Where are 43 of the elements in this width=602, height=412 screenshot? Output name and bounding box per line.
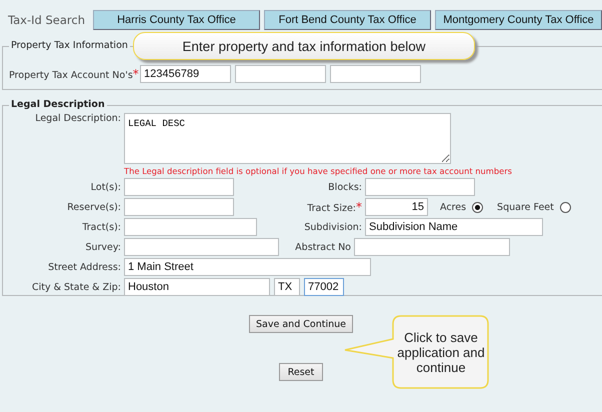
zip-field[interactable]: 77002 <box>304 278 344 296</box>
street-address-field[interactable]: 1 Main Street <box>124 258 371 276</box>
account-number-field[interactable]: 123456789 <box>140 65 231 83</box>
subdivision-field[interactable]: Subdivision Name <box>365 218 543 236</box>
tax-office-button[interactable]: Fort Bend County Tax Office <box>264 10 431 30</box>
save-and-continue-button[interactable]: Save and Continue <box>249 315 353 333</box>
field-label: Blocks: <box>327 182 363 192</box>
blocks-field[interactable] <box>365 178 475 196</box>
unit-radio[interactable] <box>560 202 571 212</box>
field-label: Legal Description: <box>34 113 122 124</box>
unit-label: Acres <box>440 202 466 212</box>
field-label: Tract Size:* <box>306 200 363 214</box>
field-label: City & State & Zip: <box>30 282 122 292</box>
field-label: Lot(s): <box>90 182 122 192</box>
field-label: Survey: <box>84 242 122 252</box>
survey-field[interactable] <box>124 238 279 256</box>
lots-field[interactable] <box>124 178 234 196</box>
field-label: Abstract No <box>294 242 352 252</box>
legal-description-field[interactable]: LEGAL DESC <box>124 113 451 164</box>
unit-radio[interactable] <box>472 202 484 212</box>
panel-legend: Legal Description <box>9 99 107 111</box>
validation-note: The Legal description field is optional if you have specified one or more tax account numbers <box>124 166 513 176</box>
field-label: Subdivision: <box>303 222 363 232</box>
tracts-field[interactable] <box>124 218 257 236</box>
panel-legend: Property Tax Information <box>9 40 130 52</box>
reserves-field[interactable] <box>124 198 234 216</box>
reset-button[interactable]: Reset <box>279 363 323 381</box>
tax-office-button[interactable]: Montgomery County Tax Office <box>435 10 602 30</box>
unit-label: Square Feet <box>497 202 554 212</box>
field-label: Property Tax Account No's* <box>9 67 140 81</box>
city-field[interactable]: Houston <box>124 278 270 296</box>
page-title: Tax-Id Search <box>7 13 86 27</box>
field-label: Tract(s): <box>81 222 122 232</box>
callout: Enter property and tax information below <box>133 32 475 60</box>
tax-office-button[interactable]: Harris County Tax Office <box>93 10 260 30</box>
callout-text: Click to save application and continue <box>396 328 486 376</box>
abstract-number-field[interactable] <box>354 238 510 256</box>
field-label: Reserve(s): <box>66 202 122 212</box>
state-field[interactable]: TX <box>274 278 300 296</box>
account-number-field[interactable] <box>235 65 326 83</box>
account-number-field[interactable] <box>330 65 421 83</box>
tract-size-field[interactable]: 15 <box>365 198 428 216</box>
field-label: Street Address: <box>47 262 122 272</box>
